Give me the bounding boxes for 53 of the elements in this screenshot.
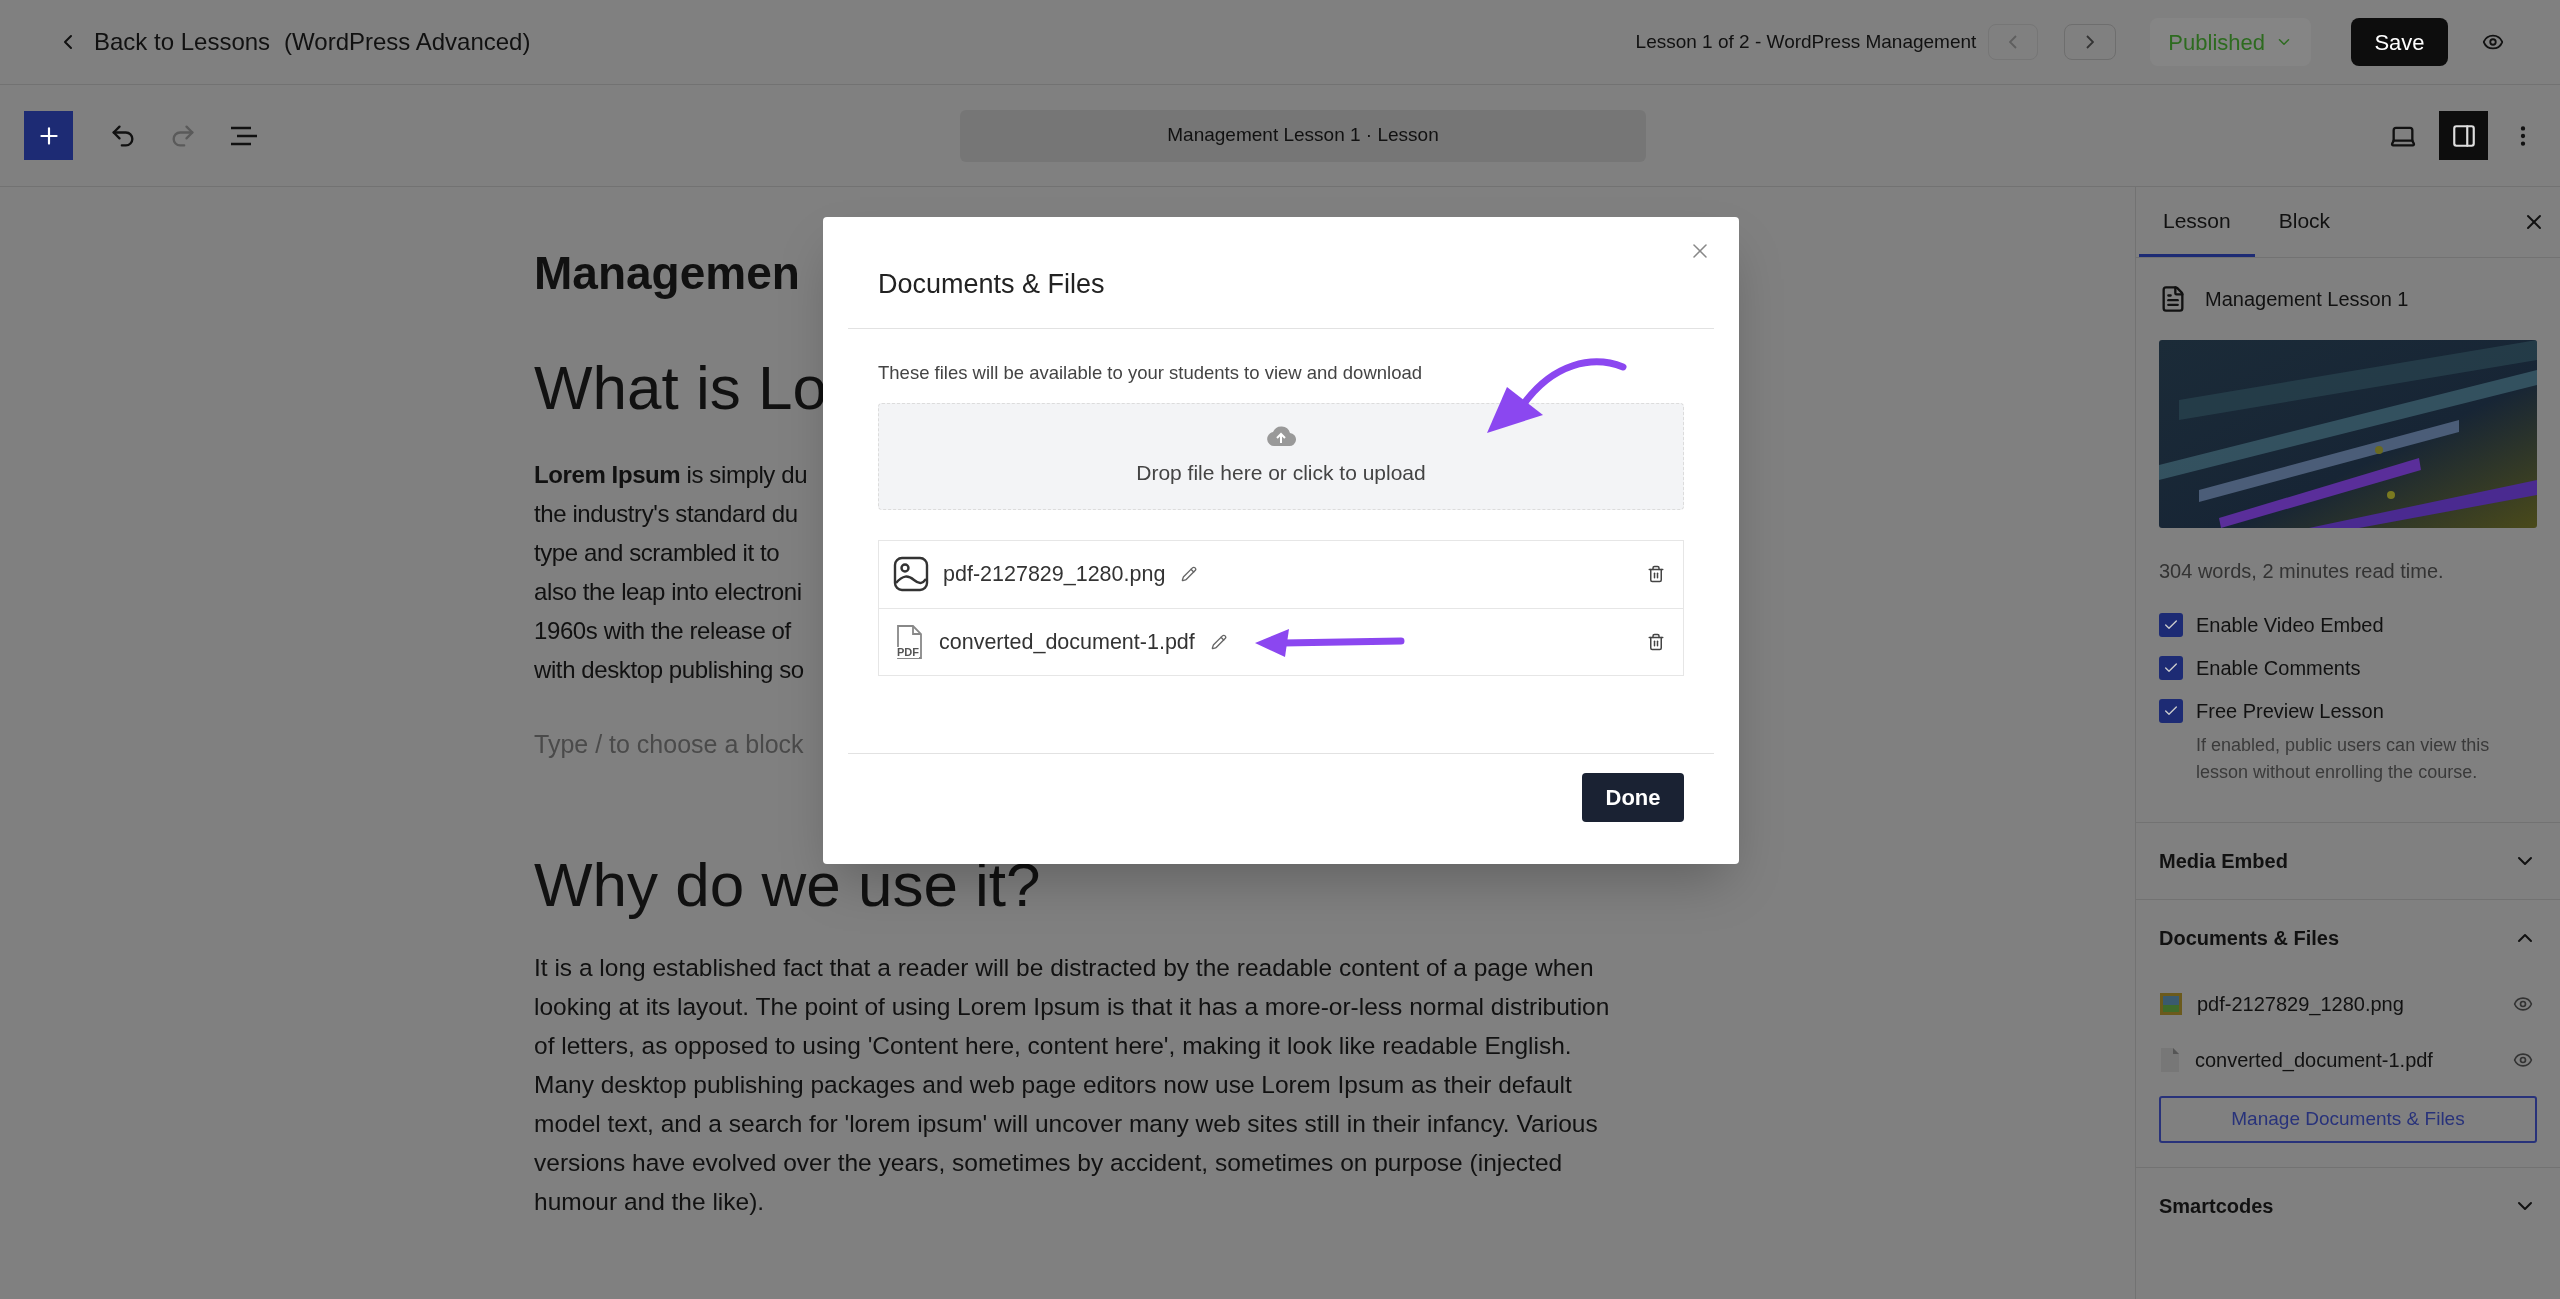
file-name: converted_document-1.pdf	[939, 628, 1195, 656]
section-header[interactable]: Documents & Files	[2159, 900, 2537, 976]
paragraph-line: type and scrambled it to	[534, 538, 780, 568]
modal-description: These files will be available to your students to view and download	[877, 361, 1423, 385]
paragraph-line: Lorem Ipsum is simply du	[534, 460, 808, 490]
heading: What is Lo	[534, 352, 827, 424]
delete-icon[interactable]	[1647, 565, 1665, 584]
image-file-icon	[2159, 992, 2183, 1016]
checkbox[interactable]	[2159, 656, 2183, 680]
cloud-upload-icon	[1266, 424, 1296, 447]
chevron-left-icon	[2009, 35, 2018, 49]
lesson-name: Management Lesson 1	[2205, 287, 2409, 312]
course-name: (WordPress Advanced)	[284, 27, 531, 57]
done-button[interactable]: Done	[1582, 772, 1684, 822]
delete-icon[interactable]	[1647, 632, 1665, 651]
add-block-button[interactable]	[24, 111, 73, 160]
edit-icon[interactable]	[1181, 566, 1198, 583]
modal-title: Documents & Files	[877, 268, 1106, 301]
paragraph-line: 1960s with the release of	[534, 616, 791, 646]
lesson-position: Lesson 1 of 2 - WordPress Management	[1635, 29, 1977, 54]
chevron-right-icon	[2086, 35, 2095, 49]
back-button[interactable]: Back to Lessons	[56, 24, 271, 60]
document-title-bar[interactable]: Management Lesson 1 · Lesson	[960, 109, 1646, 162]
checkbox-label: Enable Comments	[2196, 656, 2361, 681]
sidebar-tab[interactable]: Lesson	[2139, 187, 2255, 257]
edit-icon[interactable]	[1210, 633, 1227, 650]
sidebar-icon	[2450, 122, 2477, 149]
section-header[interactable]: Media Embed	[2159, 823, 2537, 899]
heading: Why do we use it?	[534, 849, 1041, 921]
file-name: pdf-2127829_1280.png	[2197, 992, 2405, 1018]
eye-icon[interactable]	[2513, 994, 2533, 1014]
checkbox[interactable]	[2159, 699, 2183, 723]
section-header[interactable]: Smartcodes	[2159, 1168, 2537, 1244]
upload-dropzone[interactable]: Drop file here or click to upload	[878, 402, 1684, 510]
checkbox-label: Enable Video Embed	[2196, 613, 2384, 638]
manage-files-button[interactable]: Manage Documents & Files	[2159, 1096, 2537, 1143]
help-text: If enabled, public users can view this lesson without enrolling the course.	[2195, 734, 2491, 784]
save-button[interactable]: Save	[2351, 18, 2448, 66]
paragraph-line: the industry's standard du	[534, 499, 798, 529]
file-name: converted_document-1.pdf	[2195, 1048, 2434, 1074]
checkbox-label: Free Preview Lesson	[2196, 699, 2384, 724]
eye-icon[interactable]	[2513, 1050, 2533, 1070]
sidebar-tab[interactable]: Block	[2254, 187, 2355, 257]
file-name: pdf-2127829_1280.png	[943, 561, 1166, 589]
paragraph-line: also the leap into electroni	[534, 577, 802, 607]
paragraph: It is a long established fact that a reader will be distracted by the readable content of a page when looking at its layout. The point of using Lorem Ipsum is that it has a more-or-less normal distribution of letters, as opposed to using 'Content here, content here', making it look like readable English. Many desktop publishing packages and web page editors now use Lorem Ipsum as their default model text, and a search for 'lorem ipsum' will uncover many web sites still in their infancy. Various versions have evolved over the years, sometimes by accident, sometimes on purpose (injected humour and the like).	[534, 953, 1611, 1217]
paragraph-line: with desktop publishing so	[534, 655, 804, 685]
lesson-title: Managemen	[534, 246, 800, 301]
sidebar-toggle[interactable]	[2439, 111, 2488, 160]
read-time: 304 words, 2 minutes read time.	[2159, 559, 2445, 584]
image-icon	[893, 556, 929, 593]
file-icon	[2159, 1047, 2181, 1073]
checkbox[interactable]	[2159, 613, 2183, 637]
